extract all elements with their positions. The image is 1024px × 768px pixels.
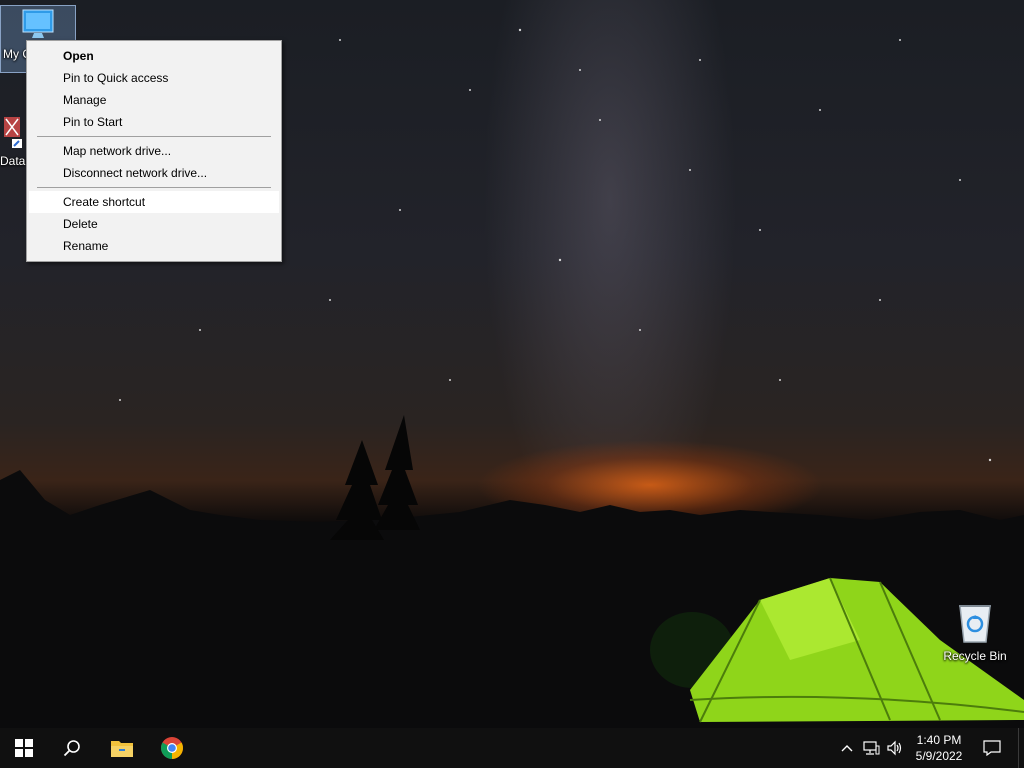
volume-button[interactable] xyxy=(884,728,906,768)
desktop-icon-label: Recycle Bin xyxy=(943,649,1007,663)
chrome-icon xyxy=(161,737,183,759)
start-button[interactable] xyxy=(0,728,48,768)
clock-time: 1:40 PM xyxy=(916,733,962,747)
action-center-button[interactable] xyxy=(980,728,1004,768)
computer-icon xyxy=(22,9,54,38)
menu-item-disconnect-network-drive[interactable]: Disconnect network drive... xyxy=(29,162,279,184)
menu-item-map-network-drive[interactable]: Map network drive... xyxy=(29,140,279,162)
chrome-button[interactable] xyxy=(148,728,196,768)
menu-item-pin-to-start[interactable]: Pin to Start xyxy=(29,111,279,133)
network-button[interactable] xyxy=(860,728,882,768)
desktop-icon-recycle-bin[interactable]: Recycle Bin xyxy=(938,600,1012,663)
context-menu: Open Pin to Quick access Manage Pin to S… xyxy=(26,40,282,262)
chevron-up-icon xyxy=(841,745,853,752)
recycle-bin-icon xyxy=(959,605,991,643)
menu-item-manage[interactable]: Manage xyxy=(29,89,279,111)
windows-start-icon xyxy=(15,739,33,757)
menu-separator xyxy=(37,136,271,137)
menu-item-delete[interactable]: Delete xyxy=(29,213,279,235)
menu-item-create-shortcut[interactable]: Create shortcut xyxy=(29,191,279,213)
file-explorer-button[interactable] xyxy=(98,728,146,768)
action-center-icon xyxy=(983,740,1001,756)
menu-item-pin-to-quick-access[interactable]: Pin to Quick access xyxy=(29,67,279,89)
show-desktop-button[interactable] xyxy=(1018,728,1024,768)
taskbar: 1:40 PM 5/9/2022 xyxy=(0,728,1024,768)
show-hidden-icons-button[interactable] xyxy=(836,728,858,768)
network-icon xyxy=(863,741,880,755)
menu-item-open[interactable]: Open xyxy=(29,45,279,67)
menu-item-rename[interactable]: Rename xyxy=(29,235,279,257)
search-icon xyxy=(63,740,80,757)
taskbar-clock[interactable]: 1:40 PM 5/9/2022 xyxy=(910,732,968,764)
file-explorer-icon xyxy=(111,741,133,757)
volume-icon xyxy=(887,740,902,756)
clock-date: 5/9/2022 xyxy=(915,749,963,763)
menu-separator xyxy=(37,187,271,188)
search-button[interactable] xyxy=(48,728,96,768)
data-shortcut-icon xyxy=(4,117,22,148)
